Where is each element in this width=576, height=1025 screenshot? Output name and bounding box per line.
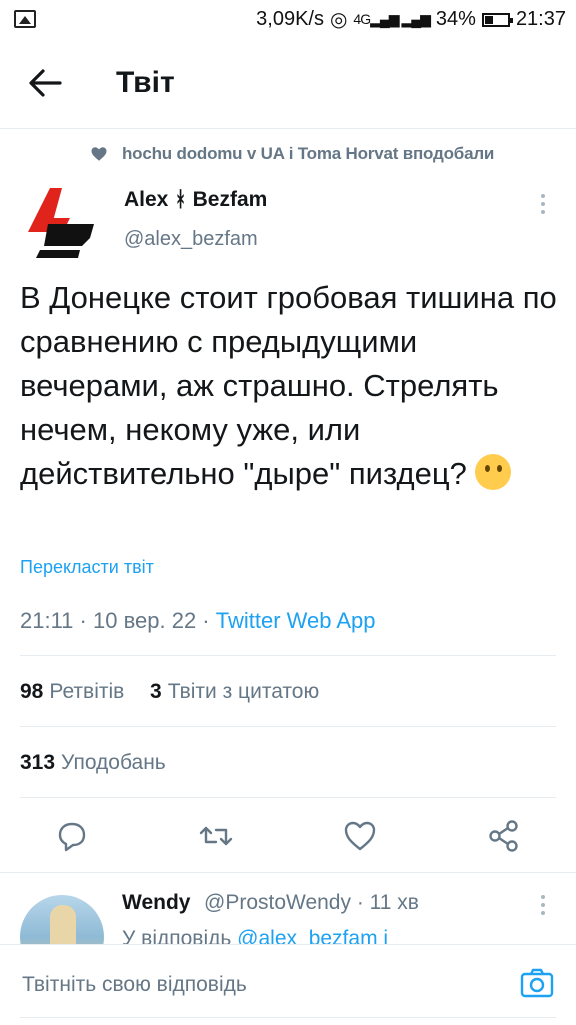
camera-icon[interactable] [520, 967, 554, 999]
tweet-actions [0, 812, 576, 860]
reply-prefix: У відповідь [122, 927, 232, 945]
clock: 21:37 [515, 8, 566, 30]
translate-link[interactable]: Перекласти твіт [20, 557, 154, 578]
divider [20, 655, 556, 656]
page-title: Твіт [116, 66, 175, 99]
reply-to: У відповідь @alex_bezfam і [122, 927, 388, 945]
tweet-date: 10 вер. 22 [92, 608, 197, 633]
quotes-count: 3 [150, 680, 162, 703]
more-options-icon[interactable] [536, 192, 550, 216]
reply-mention[interactable]: @alex_bezfam і [237, 927, 388, 945]
author-name[interactable]: Alex ᚼ Bezfam [124, 188, 267, 212]
tweet-time: 21:11 [20, 608, 74, 633]
reply-input[interactable]: Твітніть свою відповідь [22, 973, 247, 997]
author-handle[interactable]: @alex_bezfam [124, 228, 258, 251]
divider [20, 726, 556, 727]
reply-item[interactable]: Wendy @ProstoWendy · 11 хв У відповідь @… [0, 872, 576, 945]
tweet-source[interactable]: Twitter Web App [216, 608, 376, 633]
gallery-notification-icon [14, 10, 36, 28]
network-type: 4G [353, 11, 371, 27]
retweets-label: Ретвітів [49, 680, 125, 703]
like-icon[interactable] [342, 818, 378, 854]
status-bar: 3,09K/s ◎ 4G▂▄▆ ▂▄▆ 34% 21:37 [0, 0, 576, 40]
retweet-stats[interactable]: 98 Ретвітів 3 Твіти з цитатою [20, 680, 319, 704]
likes-label: Уподобань [61, 751, 166, 774]
reply-icon[interactable] [54, 818, 90, 854]
author-avatar[interactable]: AB [20, 180, 100, 260]
back-arrow-icon[interactable] [28, 68, 62, 98]
reply-author-handle: @ProstoWendy [204, 891, 351, 914]
tweet-meta: 21:11 · 10 вер. 22 · Twitter Web App [20, 608, 376, 633]
reply-avatar[interactable] [20, 895, 104, 945]
tweet-text: В Донецке стоит гробовая тишина по сравн… [20, 276, 560, 496]
divider [20, 797, 556, 798]
reply-more-options-icon[interactable] [536, 893, 550, 917]
app-header: Твіт [0, 40, 576, 129]
heart-icon [91, 147, 107, 161]
share-icon[interactable] [486, 818, 522, 854]
thinking-face-emoji-icon [475, 454, 512, 490]
likes-stats[interactable]: 313 Уподобань [20, 751, 166, 775]
composer-underline [20, 1017, 556, 1018]
quotes-label: Твіти з цитатою [167, 680, 320, 703]
social-context-text: hochu dodomu v UA і Toma Horvat вподобал… [122, 144, 495, 163]
likes-count: 313 [20, 751, 56, 774]
signal-icon: 4G▂▄▆ ▂▄▆ [353, 11, 430, 27]
reply-meta: @ProstoWendy · 11 хв [204, 891, 419, 914]
hotspot-icon: ◎ [329, 9, 348, 31]
network-speed: 3,09K/s [256, 8, 324, 30]
status-right: 3,09K/s ◎ 4G▂▄▆ ▂▄▆ 34% 21:37 [256, 7, 566, 32]
reply-author-name[interactable]: Wendy [122, 891, 190, 915]
tweet-body: В Донецке стоит гробовая тишина по сравн… [20, 280, 557, 491]
retweets-count: 98 [20, 680, 44, 703]
reply-composer[interactable]: Твітніть свою відповідь [0, 944, 576, 1025]
reply-time: 11 хв [369, 891, 419, 914]
battery-icon [481, 12, 513, 27]
retweet-icon[interactable] [198, 818, 234, 854]
battery-percent: 34% [435, 8, 476, 30]
social-context[interactable]: hochu dodomu v UA і Toma Horvat вподобал… [90, 144, 494, 164]
